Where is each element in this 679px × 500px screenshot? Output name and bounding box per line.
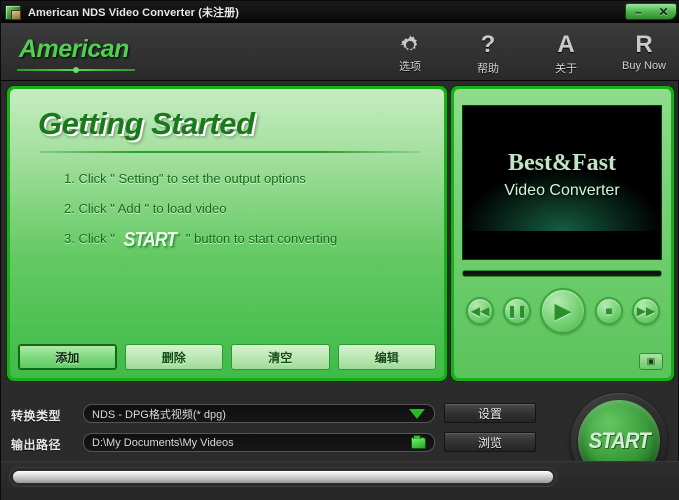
output-path-value: D:\My Documents\My Videos (92, 436, 234, 449)
list-action-buttons: 添加 删除 清空 编辑 (18, 344, 436, 370)
snapshot-button[interactable]: ▣ (639, 353, 663, 370)
play-icon: ▶ (554, 298, 572, 323)
toolbar-label-help: 帮助 (477, 63, 499, 75)
video-screen[interactable]: Best&Fast Video Converter (462, 105, 662, 260)
convert-type-label: 转换类型 (11, 409, 62, 423)
toolbar-item-about[interactable]: A 关于 (538, 27, 594, 76)
step-3-prefix: 3. Click " (64, 231, 119, 246)
getting-started-title: Getting Started (38, 106, 255, 141)
seek-slider[interactable] (462, 270, 662, 277)
step-3-suffix: " button to start converting (182, 231, 338, 246)
play-button[interactable]: ▶ (540, 288, 586, 334)
output-path-input[interactable]: D:\My Documents\My Videos (83, 433, 435, 452)
preview-subtitle: Video Converter (504, 182, 620, 199)
brand-logo-dot (73, 67, 79, 73)
progress-bar-shell (9, 467, 557, 487)
rewind-button[interactable]: ◀◀ (466, 297, 494, 325)
chevron-down-icon (409, 408, 425, 419)
output-path-label: 输出路径 (11, 438, 62, 452)
file-list-panel: Getting Started 1. Click " Setting" to s… (7, 86, 447, 381)
getting-started-divider (40, 151, 420, 153)
rewind-icon: ◀◀ (470, 304, 490, 318)
brand-logo: American (19, 35, 129, 63)
forward-icon: ▶▶ (636, 304, 656, 318)
window-controls: – ✕ (625, 3, 677, 20)
settings-button[interactable]: 设置 (444, 403, 536, 423)
about-a-icon: A (557, 31, 575, 58)
toolbar-label-buy-now: Buy Now (621, 60, 667, 72)
close-button[interactable]: ✕ (654, 6, 674, 18)
question-icon: ? (480, 31, 496, 58)
toolbar-item-help[interactable]: ? 帮助 (460, 27, 516, 76)
camera-icon: ▣ (646, 356, 656, 366)
transport-controls: ◀◀ ❚❚ ▶ ■ ▶▶ (462, 285, 664, 337)
toolbar-label-options: 选项 (399, 61, 421, 73)
folder-icon[interactable] (411, 434, 426, 449)
pause-icon: ❚❚ (506, 304, 528, 318)
toolbar: 选项 ? 帮助 A 关于 R Buy Now (382, 27, 672, 76)
register-r-icon: R (635, 31, 653, 58)
getting-started-panel: Getting Started 1. Click " Setting" to s… (10, 89, 444, 378)
pause-button[interactable]: ❚❚ (503, 297, 531, 325)
screen-glow (463, 169, 661, 231)
title-bar: American NDS Video Converter (未注册) – ✕ (1, 1, 679, 23)
preview-inner: Best&Fast Video Converter ◀◀ ❚❚ ▶ ■ ▶▶ ▣ (454, 89, 671, 378)
getting-started-step-3: 3. Click " START " button to start conve… (64, 229, 337, 252)
progress-bar (13, 471, 553, 483)
minimize-button[interactable]: – (629, 6, 649, 18)
edit-button[interactable]: 编辑 (337, 344, 436, 370)
gear-icon (400, 35, 418, 51)
stop-button[interactable]: ■ (595, 297, 623, 325)
toolbar-item-buy-now[interactable]: R Buy Now (616, 27, 672, 76)
forward-button[interactable]: ▶▶ (632, 297, 660, 325)
start-button-label: START (588, 428, 650, 453)
convert-type-value: NDS - DPG格式视频(* dpg) (92, 408, 226, 421)
status-bar (1, 461, 679, 500)
preview-panel: Best&Fast Video Converter ◀◀ ❚❚ ▶ ■ ▶▶ ▣ (451, 86, 674, 381)
add-button[interactable]: 添加 (18, 344, 117, 370)
stop-icon: ■ (605, 304, 613, 318)
toolbar-item-options[interactable]: 选项 (382, 27, 438, 76)
header-bar: American 选项 ? 帮助 A 关于 R Buy Now (1, 23, 679, 81)
start-badge: START (124, 229, 178, 251)
convert-type-dropdown[interactable]: NDS - DPG格式视频(* dpg) (83, 404, 435, 423)
toolbar-label-about: 关于 (555, 63, 577, 75)
browse-button[interactable]: 浏览 (444, 432, 536, 452)
app-icon (5, 4, 21, 20)
delete-button[interactable]: 删除 (124, 344, 223, 370)
getting-started-step-2: 2. Click " Add " to load video (64, 201, 227, 216)
preview-title: Best&Fast (508, 150, 616, 176)
window-title: American NDS Video Converter (未注册) (28, 7, 240, 19)
getting-started-step-1: 1. Click " Setting" to set the output op… (64, 171, 306, 186)
clear-button[interactable]: 清空 (231, 344, 330, 370)
application-window: American NDS Video Converter (未注册) – ✕ A… (0, 0, 679, 500)
